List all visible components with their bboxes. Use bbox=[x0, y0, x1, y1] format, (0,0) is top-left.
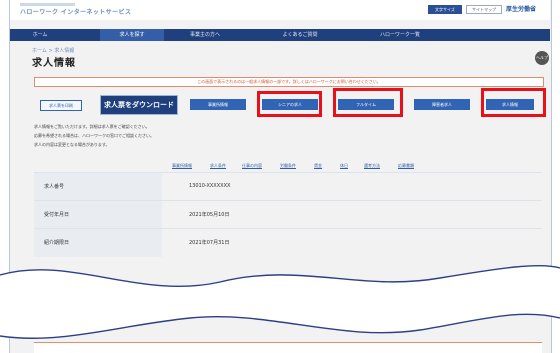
torn-edge-illustration bbox=[0, 264, 560, 339]
bottom-notice-bar bbox=[34, 342, 542, 353]
